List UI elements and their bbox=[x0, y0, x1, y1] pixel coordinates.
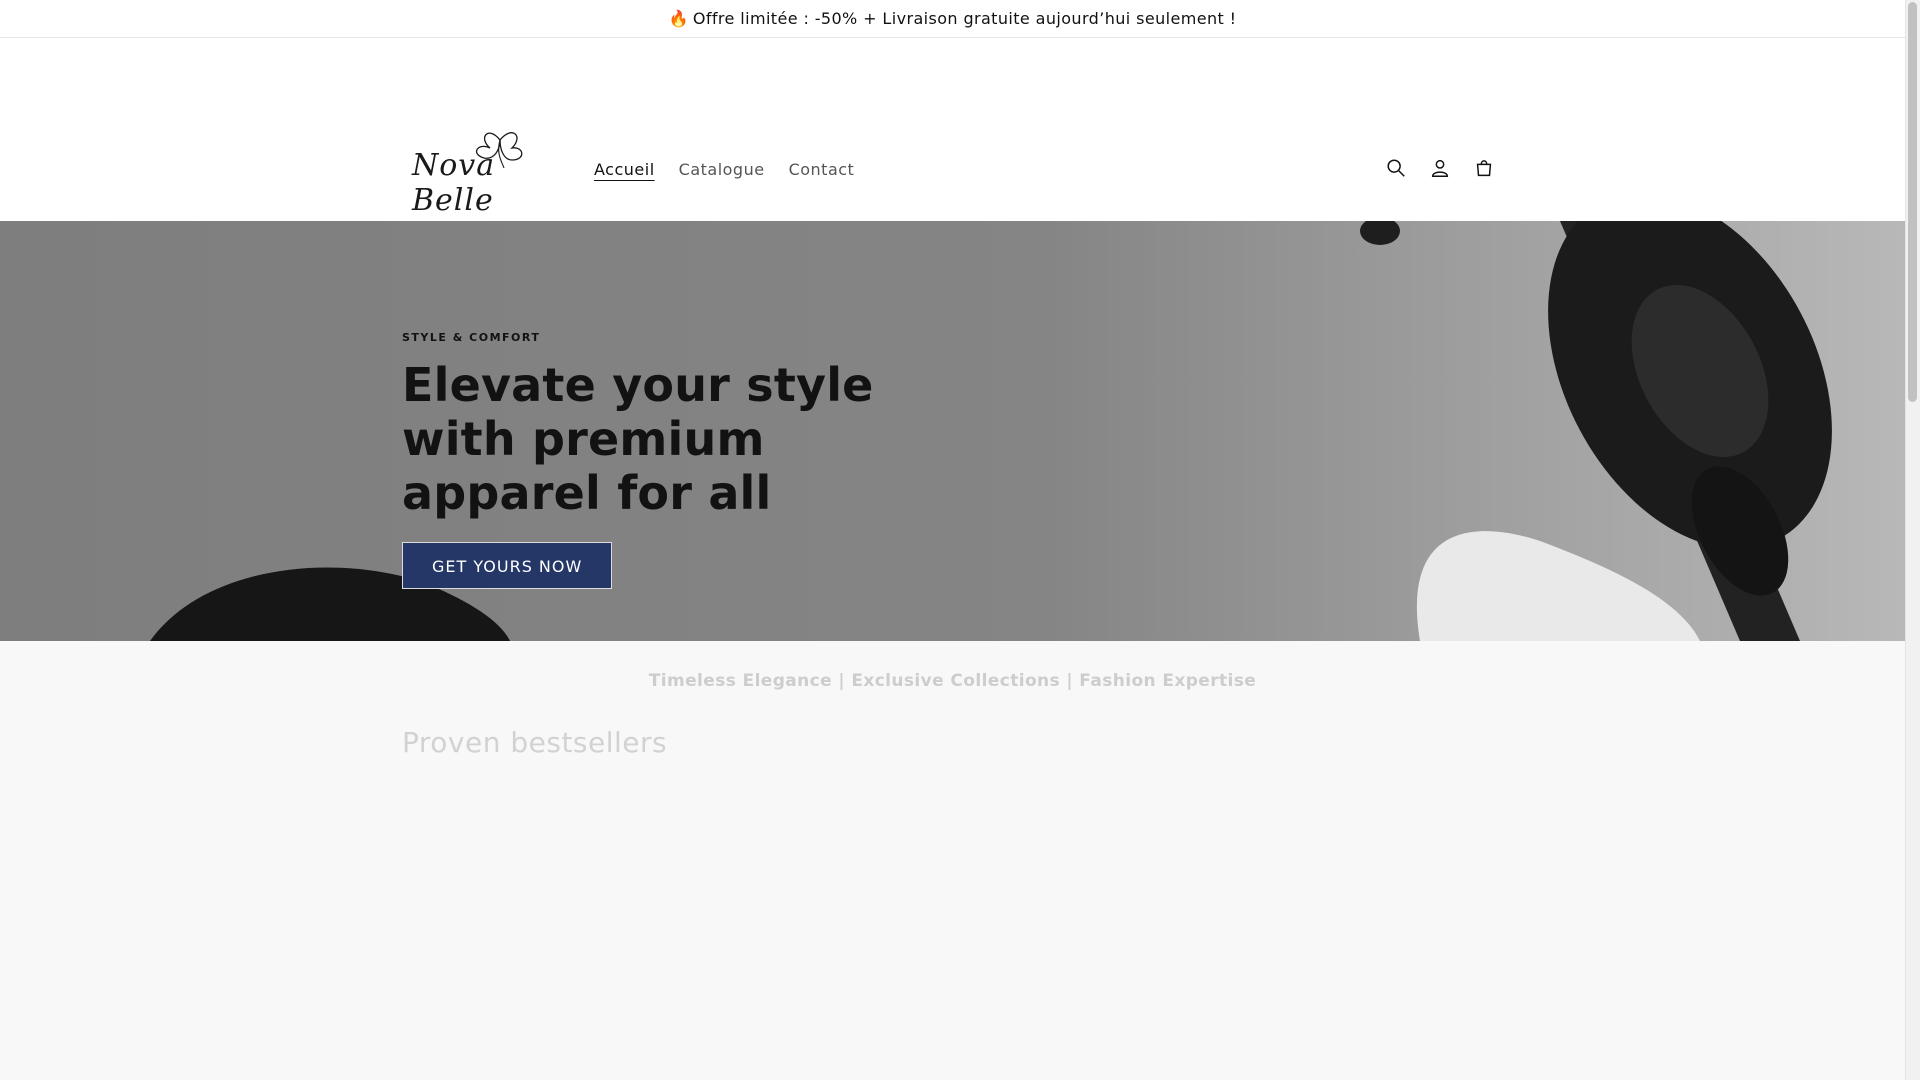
cart-icon bbox=[1476, 160, 1492, 177]
header-icons bbox=[1378, 150, 1502, 186]
hero-eyebrow: STYLE & COMFORT bbox=[402, 331, 541, 344]
account-button[interactable] bbox=[1422, 150, 1458, 186]
logo-text: Nova Belle bbox=[412, 148, 496, 218]
hero-title: Elevate your style with premium apparel … bbox=[402, 358, 874, 520]
account-icon bbox=[1431, 159, 1449, 177]
main-nav: Accueil Catalogue Contact bbox=[582, 154, 866, 185]
announcement-bar: 🔥 Offre limitée : -50% + Livraison gratu… bbox=[0, 0, 1905, 38]
logo[interactable]: Nova Belle bbox=[408, 120, 556, 218]
nav-item-accueil[interactable]: Accueil bbox=[582, 154, 667, 185]
nav-item-contact[interactable]: Contact bbox=[777, 154, 867, 185]
hero-banner: STYLE & COMFORT Elevate your style with … bbox=[0, 221, 1905, 641]
scrollbar[interactable] bbox=[1905, 0, 1920, 1080]
cart-button[interactable] bbox=[1466, 150, 1502, 186]
search-button[interactable] bbox=[1378, 150, 1414, 186]
bestsellers-title: Proven bestsellers bbox=[402, 726, 668, 759]
hero-content: STYLE & COMFORT Elevate your style with … bbox=[402, 331, 962, 589]
announcement-text: Offre limitée : -50% + Livraison gratuit… bbox=[692, 9, 1237, 28]
page: 🔥 Offre limitée : -50% + Livraison gratu… bbox=[0, 0, 1905, 1080]
search-icon bbox=[1387, 159, 1405, 177]
scrollbar-thumb[interactable] bbox=[1908, 2, 1917, 402]
nav-item-catalogue[interactable]: Catalogue bbox=[667, 154, 777, 185]
flame-icon: 🔥 bbox=[668, 9, 689, 28]
marquee-text: Timeless Elegance | Exclusive Collection… bbox=[648, 671, 1257, 691]
site-header: Nova Belle Accueil Catalogue Contact bbox=[0, 38, 1905, 221]
get-yours-now-button[interactable]: GET YOURS NOW bbox=[402, 542, 613, 589]
